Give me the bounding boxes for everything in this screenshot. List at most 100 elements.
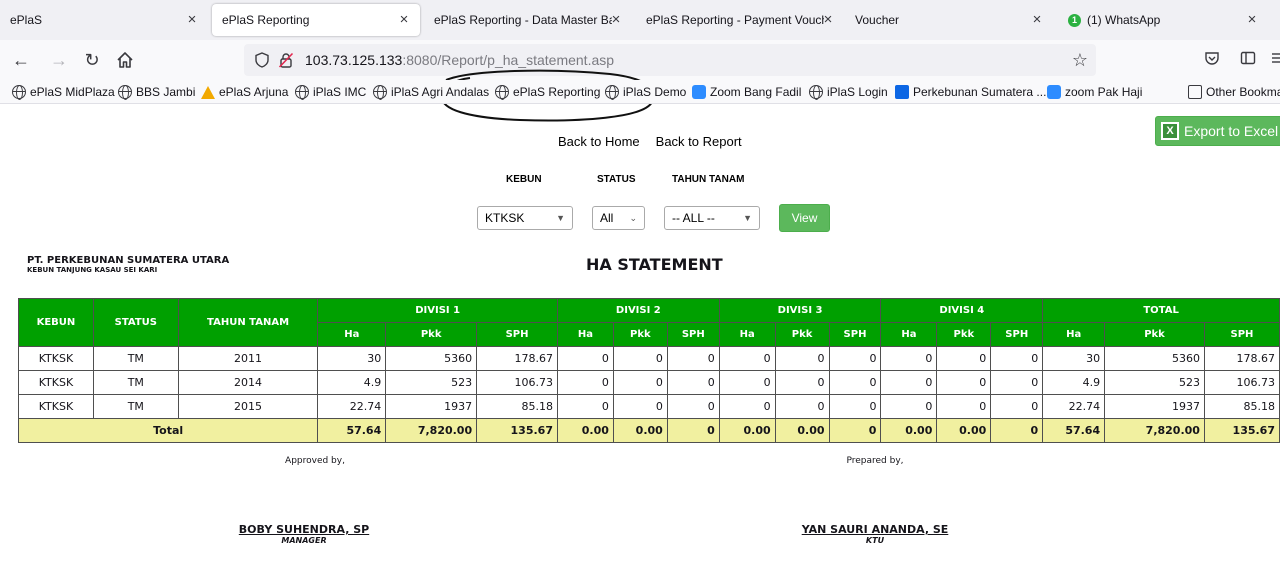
total-cell: 0.00	[556, 418, 614, 443]
bookmark-label: iPlaS Login	[827, 85, 888, 99]
table-cell: 0	[880, 346, 938, 371]
back-arrow-icon[interactable]: ←	[9, 49, 33, 71]
total-cell: 0	[828, 418, 882, 443]
close-icon[interactable]: ×	[184, 12, 200, 28]
group-divisi-1: DIVISI 1	[317, 298, 558, 323]
bookmark-perkebunan-sumatera[interactable]: Perkebunan Sumatera ...	[895, 84, 1046, 100]
url-bar[interactable]: 103.73.125.133:8080/Report/p_ha_statemen…	[244, 44, 1096, 76]
col-kebun: KEBUN	[18, 298, 94, 347]
back-to-home-link[interactable]: Back to Home	[558, 134, 640, 149]
bookmark-label: BBS Jambi	[136, 85, 196, 99]
total-cell: 0.00	[774, 418, 830, 443]
close-icon[interactable]: ×	[820, 12, 836, 28]
ktu-role: KTU	[865, 536, 885, 545]
bookmark-label: ePlaS MidPlaza	[30, 85, 115, 99]
total-cell: 0.00	[612, 418, 668, 443]
bookmark-star-icon[interactable]: ☆	[1072, 50, 1088, 70]
close-icon[interactable]: ×	[608, 12, 624, 28]
subheader-pkk: Pkk	[612, 322, 668, 347]
table-cell: 0	[612, 370, 668, 395]
total-label: Total	[17, 418, 319, 443]
tab-payment-voucher[interactable]: ePlaS Reporting - Payment Voucher ×	[636, 4, 844, 36]
bookmark-eplas-reporting[interactable]: ePlaS Reporting	[495, 84, 600, 100]
globe-icon	[12, 85, 26, 100]
bookmark-label: Perkebunan Sumatera ...	[913, 85, 1047, 99]
view-button[interactable]: View	[779, 204, 830, 232]
tahun-value: -- ALL --	[672, 211, 715, 225]
close-icon[interactable]: ×	[1244, 12, 1260, 28]
bookmark-eplas-midplaza[interactable]: ePlaS MidPlaza	[12, 84, 115, 100]
close-icon[interactable]: ×	[1029, 12, 1045, 28]
report-links: Back to Home Back to Report	[558, 134, 758, 149]
kebun-select[interactable]: KTKSK ▼	[477, 206, 573, 230]
total-cell: 57.64	[317, 418, 387, 443]
insecure-lock-icon[interactable]	[278, 52, 294, 68]
tab-data-master-bank[interactable]: ePlaS Reporting - Data Master Bank ×	[424, 4, 632, 36]
table-cell: 0	[666, 394, 720, 419]
table-cell: 5360	[1104, 346, 1205, 371]
table-cell: 85.18	[1203, 394, 1280, 419]
back-to-report-link[interactable]: Back to Report	[656, 134, 742, 149]
menu-icon[interactable]	[1272, 50, 1280, 72]
bookmark-zoom-pak-haji[interactable]: zoom Pak Haji	[1047, 84, 1142, 100]
table-cell: 1937	[385, 394, 478, 419]
col-status: STATUS	[92, 298, 179, 347]
report-title: HA STATEMENT	[586, 255, 723, 274]
bookmark-iplas-agri-andalas[interactable]: iPlaS Agri Andalas	[373, 84, 489, 100]
ktu-name: YAN SAURI ANANDA, SE	[801, 523, 949, 536]
table-cell: 0	[774, 370, 830, 395]
bookmark-label: Other Bookma	[1206, 85, 1280, 99]
tab-label: Voucher	[855, 13, 900, 27]
cell-status: TM	[92, 394, 179, 419]
excel-icon: X	[1161, 122, 1179, 140]
group-total: TOTAL	[1042, 298, 1280, 323]
pocket-icon[interactable]	[1204, 50, 1220, 72]
table-cell: 106.73	[1203, 370, 1280, 395]
table-cell: 0	[666, 346, 720, 371]
bookmarks-toolbar: ePlaS MidPlaza BBS Jambi ePlaS Arjuna iP…	[0, 80, 1280, 104]
home-icon[interactable]	[113, 49, 137, 71]
bookmark-zoom-bang-fadil[interactable]: Zoom Bang Fadil	[692, 84, 801, 100]
cell-kebun: KTKSK	[18, 346, 94, 371]
table-cell: 0	[828, 394, 882, 419]
kebun-label: KEBUN	[506, 174, 542, 185]
tab-whatsapp[interactable]: 1 (1) WhatsApp ×	[1058, 4, 1268, 36]
bookmark-iplas-imc[interactable]: iPlaS IMC	[295, 84, 366, 100]
tab-voucher[interactable]: Voucher ×	[845, 4, 1053, 36]
bookmark-bbs-jambi[interactable]: BBS Jambi	[118, 84, 195, 100]
prepared-section: Prepared by,	[800, 456, 950, 466]
subheader-ha: Ha	[880, 322, 938, 347]
status-select[interactable]: All ⌄	[592, 206, 645, 230]
reload-icon[interactable]: ↻	[80, 49, 104, 71]
forward-arrow-icon[interactable]: →	[47, 49, 71, 71]
table-cell: 0	[718, 346, 776, 371]
bookmark-iplas-demo[interactable]: iPlaS Demo	[605, 84, 686, 100]
tab-eplas[interactable]: ePlaS ×	[0, 4, 208, 36]
bookmark-iplas-login[interactable]: iPlaS Login	[809, 84, 888, 100]
export-label: Export to Excel	[1184, 123, 1279, 139]
kebun-value: KTKSK	[485, 211, 525, 225]
bookmark-eplas-arjuna[interactable]: ePlaS Arjuna	[201, 84, 288, 100]
other-bookmarks[interactable]: Other Bookma	[1188, 84, 1280, 100]
table-cell: 0	[612, 346, 668, 371]
total-cell: 0	[666, 418, 720, 443]
globe-icon	[809, 85, 823, 100]
tahun-tanam-select[interactable]: -- ALL -- ▼	[664, 206, 760, 230]
table-cell: 106.73	[476, 370, 558, 395]
globe-icon	[495, 85, 509, 100]
bookmark-label: ePlaS Arjuna	[219, 85, 289, 99]
export-to-excel-button[interactable]: X Export to Excel	[1155, 116, 1280, 146]
table-cell: 0	[556, 346, 614, 371]
tab-eplas-reporting[interactable]: ePlaS Reporting ×	[212, 4, 420, 36]
subheader-ha: Ha	[556, 322, 614, 347]
table-cell: 4.9	[1042, 370, 1106, 395]
table-cell: 523	[1104, 370, 1205, 395]
subheader-ha: Ha	[317, 322, 387, 347]
table-cell: 30	[317, 346, 387, 371]
url-text[interactable]: 103.73.125.133:8080/Report/p_ha_statemen…	[305, 52, 614, 68]
shield-icon[interactable]	[254, 52, 270, 68]
tab-label: (1) WhatsApp	[1087, 13, 1161, 27]
close-icon[interactable]: ×	[396, 12, 412, 28]
table-cell: 1937	[1104, 394, 1205, 419]
sidebar-icon[interactable]	[1240, 50, 1256, 72]
